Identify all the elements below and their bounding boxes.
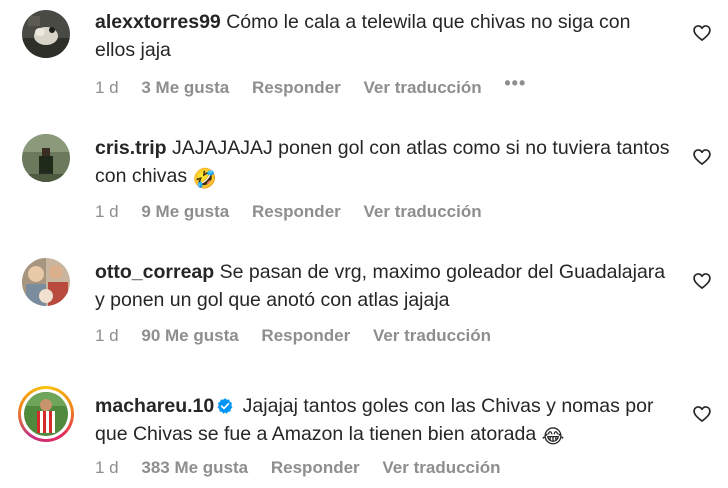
heart-outline-icon[interactable]: [692, 23, 712, 43]
comment-body: otto_correap Se pasan de vrg, maximo gol…: [95, 258, 675, 314]
comment-time[interactable]: 1 d: [95, 457, 119, 479]
laughing-emoji-icon: 😂: [541, 426, 565, 448]
comment-body: alexxtorres99 Cómo le cala a telewila qu…: [95, 8, 675, 64]
heart-outline-icon[interactable]: [692, 404, 712, 424]
comment-body: machareu.10 Jajajaj tantos goles con las…: [95, 392, 675, 451]
verified-badge-icon: [217, 398, 233, 414]
rofl-emoji-icon: 🤣: [192, 168, 217, 190]
comment-actions: 1 d 3 Me gusta Responder Ver traducción …: [95, 73, 544, 99]
translate-button[interactable]: Ver traducción: [364, 77, 482, 99]
heart-outline-icon[interactable]: [692, 147, 712, 167]
reply-button[interactable]: Responder: [252, 201, 341, 223]
heart-outline-icon[interactable]: [692, 271, 712, 291]
comment-time[interactable]: 1 d: [95, 201, 119, 223]
comment-username[interactable]: cris.trip: [95, 137, 167, 159]
reply-button[interactable]: Responder: [261, 325, 350, 347]
comment-likes-count[interactable]: 3 Me gusta: [141, 77, 229, 99]
reply-button[interactable]: Responder: [252, 77, 341, 99]
comment-likes-count[interactable]: 9 Me gusta: [141, 201, 229, 223]
comment-actions: 1 d 9 Me gusta Responder Ver traducción: [95, 201, 500, 223]
comment-username[interactable]: machareu.10: [95, 395, 214, 417]
comment-likes-count[interactable]: 90 Me gusta: [141, 325, 238, 347]
comment-text: JAJAJAJAJ ponen gol con atlas como si no…: [95, 137, 670, 187]
comment-likes-count[interactable]: 383 Me gusta: [141, 457, 248, 479]
comment-time[interactable]: 1 d: [95, 77, 119, 99]
comment-username[interactable]: otto_correap: [95, 261, 214, 283]
translate-button[interactable]: Ver traducción: [364, 201, 482, 223]
comment-time[interactable]: 1 d: [95, 325, 119, 347]
comment-actions: 1 d 90 Me gusta Responder Ver traducción: [95, 325, 509, 347]
comment-username[interactable]: alexxtorres99: [95, 11, 221, 33]
avatar[interactable]: [22, 134, 70, 182]
avatar[interactable]: [22, 258, 70, 306]
avatar[interactable]: [22, 10, 70, 58]
translate-button[interactable]: Ver traducción: [373, 325, 491, 347]
avatar: [24, 392, 68, 436]
reply-button[interactable]: Responder: [271, 457, 360, 479]
comment-body: cris.trip JAJAJAJAJ ponen gol con atlas …: [95, 134, 675, 193]
comment-actions: 1 d 383 Me gusta Responder Ver traducció…: [95, 457, 519, 479]
avatar-story-ring[interactable]: [18, 386, 74, 442]
translate-button[interactable]: Ver traducción: [382, 457, 500, 479]
more-options-icon[interactable]: •••: [504, 72, 526, 94]
